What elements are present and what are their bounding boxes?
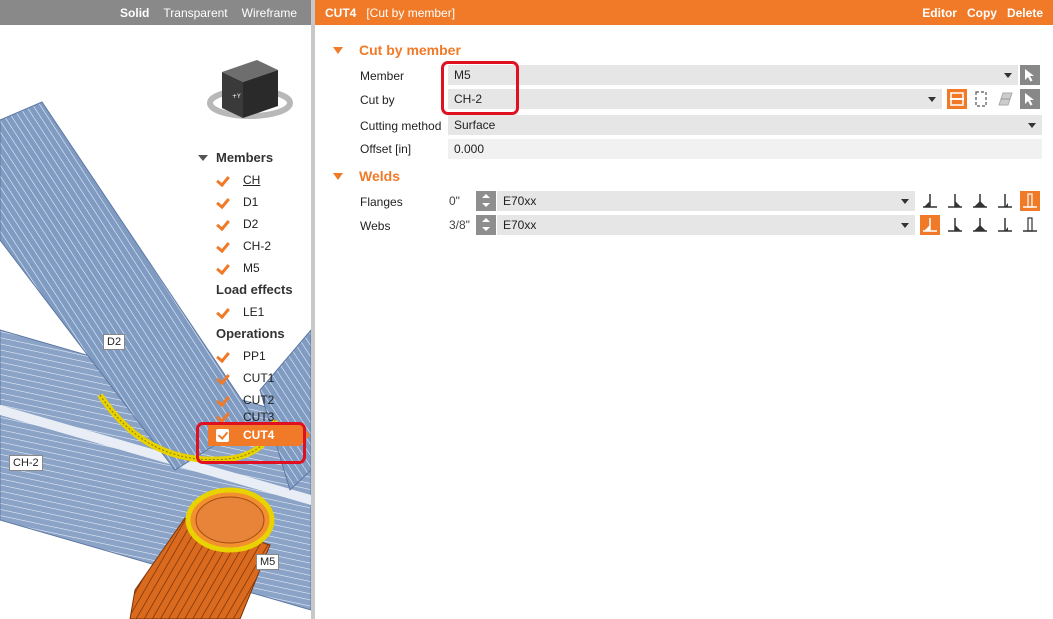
tree-item-d1[interactable]: D1: [196, 191, 311, 213]
section-welds[interactable]: Welds: [333, 168, 400, 184]
offset-input[interactable]: 0.000: [448, 139, 1042, 159]
svg-text:+Y: +Y: [232, 93, 241, 100]
cut-weld-icon: [950, 92, 964, 106]
checkbox-icon[interactable]: [216, 350, 229, 363]
web-weld-fillet-other-button[interactable]: [945, 215, 965, 235]
tree-item-pp1[interactable]: PP1: [196, 345, 311, 367]
operation-title: CUT4: [325, 5, 357, 20]
cursor-arrow-icon: [1025, 93, 1034, 106]
tree-item-le1[interactable]: LE1: [196, 301, 311, 323]
offset-label: Offset [in]: [360, 142, 412, 156]
fillet-weld-icon: [923, 194, 937, 208]
properties-header: CUT4 [Cut by member] Editor Copy Delete: [315, 0, 1053, 25]
cut-mode-weld-button[interactable]: [947, 89, 967, 109]
no-weld-icon: [1023, 193, 1037, 208]
model-tree: Members CH D1 D2 CH-2 M5 Load effects LE…: [196, 147, 311, 446]
cutting-method-label: Cutting method: [360, 119, 442, 133]
checkbox-icon[interactable]: [216, 372, 229, 385]
view-toolbar: Solid Transparent Wireframe: [0, 0, 311, 25]
delete-button[interactable]: Delete: [1007, 6, 1043, 20]
flanges-weld-size[interactable]: 0": [449, 191, 460, 211]
double-fillet-weld-icon: [973, 218, 987, 232]
flange-weld-double-button[interactable]: [970, 191, 990, 211]
solid-view-button[interactable]: Solid: [120, 6, 149, 20]
tree-group-members[interactable]: Members: [196, 147, 311, 169]
tree-item-ch-2[interactable]: CH-2: [196, 235, 311, 257]
tree-item-cut4[interactable]: CUT4: [208, 424, 310, 446]
flange-weld-fillet-other-button[interactable]: [945, 191, 965, 211]
tree-item-ch[interactable]: CH: [196, 169, 311, 191]
webs-electrode-select[interactable]: E70xx: [497, 215, 915, 235]
checkbox-icon[interactable]: [216, 306, 229, 319]
member-label-d2: D2: [103, 334, 126, 350]
caret-down-icon: [198, 155, 208, 161]
operation-subtitle: [Cut by member]: [366, 5, 456, 20]
cut-surface-icon: [998, 92, 1013, 106]
checkbox-icon[interactable]: [216, 240, 229, 253]
webs-label: Webs: [360, 219, 391, 233]
butt-weld-icon: [998, 194, 1012, 208]
cut-mode-bevel-button[interactable]: [971, 89, 991, 109]
cutting-method-select[interactable]: Surface: [448, 115, 1042, 135]
tree-item-cut3[interactable]: CUT3: [196, 411, 311, 422]
cursor-arrow-icon: [1025, 69, 1034, 82]
cut-bevel-icon: [975, 91, 987, 107]
double-fillet-weld-icon: [973, 194, 987, 208]
pick-member-button[interactable]: [1020, 65, 1040, 85]
web-weld-none-button[interactable]: [1020, 215, 1040, 235]
wireframe-view-button[interactable]: Wireframe: [242, 6, 297, 20]
flanges-label: Flanges: [360, 195, 403, 209]
section-cut-by-member[interactable]: Cut by member: [333, 42, 461, 58]
flanges-electrode-select[interactable]: E70xx: [497, 191, 915, 211]
checkbox-icon[interactable]: [216, 428, 229, 442]
tree-item-cut2[interactable]: CUT2: [196, 389, 311, 411]
properties-panel: CUT4 [Cut by member] Editor Copy Delete …: [315, 0, 1053, 619]
member-select[interactable]: M5: [448, 65, 1018, 85]
cut-by-label: Cut by: [360, 93, 395, 107]
tree-group-operations[interactable]: Operations: [196, 323, 311, 345]
checkbox-icon[interactable]: [216, 196, 229, 209]
fillet-weld-other-icon: [948, 218, 962, 232]
flange-weld-fillet-one-button[interactable]: [920, 191, 940, 211]
checkbox-icon[interactable]: [216, 411, 229, 422]
webs-weld-size[interactable]: 3/8": [449, 215, 470, 235]
collapse-triangle-icon: [333, 46, 343, 54]
member-label-ch2: CH-2: [9, 455, 43, 471]
member-label: Member: [360, 69, 405, 83]
flanges-size-stepper[interactable]: [476, 191, 496, 211]
member-label-m5: M5: [256, 554, 280, 570]
transparent-view-button[interactable]: Transparent: [163, 6, 227, 20]
pick-cut-by-button[interactable]: [1020, 89, 1040, 109]
flange-weld-none-button[interactable]: [1020, 191, 1040, 211]
tree-item-m5[interactable]: M5: [196, 257, 311, 279]
checkbox-icon[interactable]: [216, 394, 229, 407]
editor-button[interactable]: Editor: [922, 6, 957, 20]
checkbox-icon[interactable]: [216, 218, 229, 231]
3d-viewport[interactable]: Solid Transparent Wireframe +Y D2 CH-2 M…: [0, 0, 311, 619]
web-weld-butt-button[interactable]: [995, 215, 1015, 235]
copy-button[interactable]: Copy: [967, 6, 997, 20]
cut-by-select[interactable]: CH-2: [448, 89, 942, 109]
tree-item-cut1[interactable]: CUT1: [196, 367, 311, 389]
fillet-weld-other-icon: [948, 194, 962, 208]
flange-weld-butt-button[interactable]: [995, 191, 1015, 211]
web-weld-double-button[interactable]: [970, 215, 990, 235]
checkbox-icon[interactable]: [216, 262, 229, 275]
tree-group-load-effects[interactable]: Load effects: [196, 279, 311, 301]
cut-mode-surface-button[interactable]: [995, 89, 1015, 109]
view-cube[interactable]: +Y: [207, 60, 293, 119]
webs-size-stepper[interactable]: [476, 215, 496, 235]
tree-item-d2[interactable]: D2: [196, 213, 311, 235]
web-weld-fillet-one-button[interactable]: [920, 215, 940, 235]
collapse-triangle-icon: [333, 172, 343, 180]
butt-weld-icon: [998, 218, 1012, 232]
checkbox-icon[interactable]: [216, 174, 229, 187]
no-weld-icon: [1023, 217, 1037, 232]
fillet-weld-icon: [923, 218, 937, 232]
